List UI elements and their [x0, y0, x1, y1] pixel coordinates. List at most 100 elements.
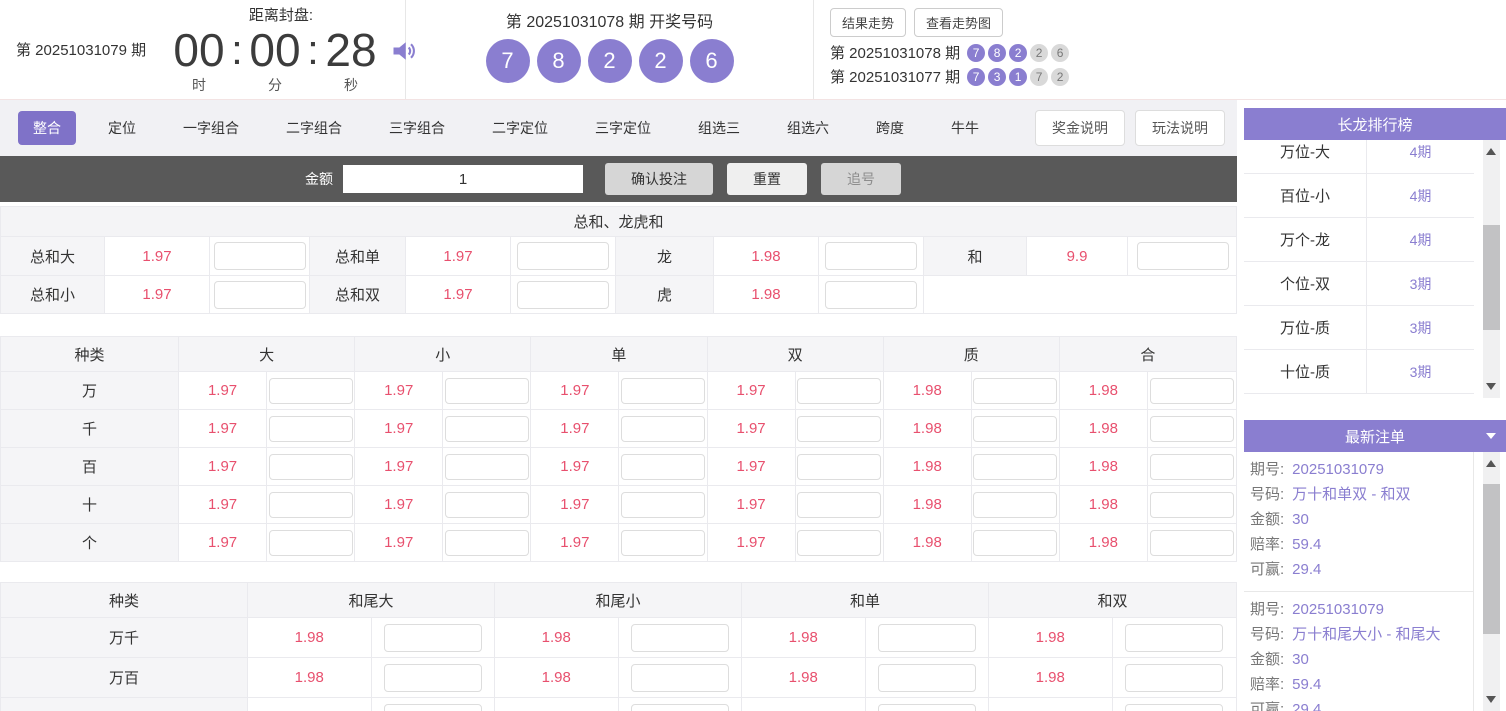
result-trend-button[interactable]: 结果走势 — [830, 8, 907, 37]
scroll-down-icon[interactable] — [1486, 383, 1496, 390]
bet-amount-input[interactable] — [1137, 242, 1229, 270]
bet-input-cell — [1148, 486, 1236, 523]
bet-amount-input[interactable] — [383, 623, 482, 652]
collapse-caret-icon[interactable] — [1486, 433, 1496, 439]
bet-amount-input[interactable] — [444, 491, 529, 518]
rules-info-button[interactable]: 玩法说明 — [1135, 110, 1225, 146]
bet-amount-input[interactable] — [620, 453, 705, 480]
bet-amount-input[interactable] — [444, 453, 529, 480]
tab-item-7[interactable]: 组选三 — [683, 111, 755, 145]
bet-amount-input[interactable] — [877, 663, 976, 692]
bet-amount-input[interactable] — [630, 663, 729, 692]
bet-amount-input[interactable] — [825, 242, 917, 270]
odds-value: 1.98 — [989, 618, 1113, 657]
bet-amount-input[interactable] — [1149, 529, 1234, 556]
bet-amount-input[interactable] — [877, 703, 976, 711]
bet-amount-input[interactable] — [973, 377, 1058, 404]
bet-amount-input[interactable] — [444, 415, 529, 442]
bet-amount-input[interactable] — [268, 377, 353, 404]
tab-item-5[interactable]: 二字定位 — [477, 111, 563, 145]
column-header: 和尾大 — [248, 583, 495, 617]
position-table-row: 十 1.97 1.97 1.97 1.97 1.98 1.98 — [1, 485, 1236, 523]
bet-amount-input[interactable] — [1149, 453, 1234, 480]
bet-amount-input[interactable] — [383, 663, 482, 692]
scroll-down-icon[interactable] — [1486, 696, 1496, 703]
bet-amount-input[interactable] — [877, 623, 976, 652]
reset-button[interactable]: 重置 — [727, 163, 807, 195]
bet-amount-input[interactable] — [213, 242, 306, 270]
bet-amount-input[interactable] — [213, 280, 306, 309]
bet-amount-input[interactable] — [973, 415, 1058, 442]
scrollbar-thumb[interactable] — [1483, 484, 1500, 634]
bet-amount-input[interactable] — [268, 491, 353, 518]
bet-amount-input[interactable] — [973, 529, 1058, 556]
tab-item-9[interactable]: 跨度 — [861, 111, 919, 145]
odds-value: 1.97 — [708, 372, 796, 409]
bet-amount-input[interactable] — [268, 415, 353, 442]
prize-info-button[interactable]: 奖金说明 — [1035, 110, 1125, 146]
tab-item-10[interactable]: 牛牛 — [936, 111, 994, 145]
scroll-up-icon[interactable] — [1486, 148, 1496, 155]
bet-amount-input[interactable] — [1125, 623, 1224, 652]
bet-amount-input[interactable] — [1125, 703, 1224, 711]
bet-amount-input[interactable] — [797, 377, 882, 404]
bet-amount-input[interactable] — [517, 242, 609, 270]
bet-amount-input[interactable] — [1125, 663, 1224, 692]
scrollbar-thumb[interactable] — [1483, 225, 1500, 330]
bet-input-cell — [1148, 448, 1236, 485]
tab-item-8[interactable]: 组选六 — [772, 111, 844, 145]
bet-amount-input[interactable] — [620, 415, 705, 442]
scroll-up-icon[interactable] — [1486, 460, 1496, 467]
bet-amount-input[interactable] — [444, 529, 529, 556]
dragon-scrollbar[interactable] — [1483, 140, 1500, 398]
bet-amount-input[interactable] — [620, 529, 705, 556]
tab-item-4[interactable]: 三字组合 — [374, 111, 460, 145]
bet-amount-input[interactable] — [1149, 377, 1234, 404]
orders-scrollbar[interactable] — [1483, 452, 1500, 711]
tab-item-6[interactable]: 三字定位 — [580, 111, 666, 145]
order-line: 金额: 30 — [1250, 507, 1473, 532]
odds-value: 1.97 — [179, 410, 268, 447]
bet-amount-input[interactable] — [444, 377, 529, 404]
bet-amount-input[interactable] — [1149, 491, 1234, 518]
tab-item-2[interactable]: 一字组合 — [168, 111, 254, 145]
bet-amount-input[interactable] — [825, 280, 917, 309]
bet-input-cell — [619, 486, 708, 523]
content-area: 整合 定位 一字组合 二字组合 三字组合 二字定位 三字定位 组选三 组选六 跨度 牛牛 奖金说明 玩法… — [0, 100, 1506, 711]
bet-amount-input[interactable] — [797, 453, 882, 480]
speaker-icon[interactable] — [390, 37, 418, 70]
draw-ball: 2 — [587, 39, 632, 83]
bet-amount-input[interactable] — [797, 491, 882, 518]
bet-amount-input[interactable] — [383, 703, 482, 711]
dragon-rank-name: 十位-质 — [1280, 364, 1330, 381]
bet-input-cell — [819, 237, 924, 275]
bet-amount-input[interactable] — [797, 415, 882, 442]
chase-number-button[interactable]: 追号 — [821, 163, 901, 195]
bet-input-cell — [1148, 372, 1236, 409]
bet-amount-input[interactable] — [268, 453, 353, 480]
bet-amount-input[interactable] — [268, 529, 353, 556]
bet-input-cell — [796, 486, 884, 523]
bet-amount-input[interactable] — [1149, 415, 1234, 442]
bet-amount-input[interactable] — [973, 491, 1058, 518]
bet-input-cell — [796, 372, 884, 409]
bet-amount-input[interactable] — [630, 623, 729, 652]
tab-item-1[interactable]: 定位 — [93, 111, 151, 145]
bet-amount-input[interactable] — [620, 377, 705, 404]
amount-input[interactable] — [343, 165, 583, 193]
bet-input-cell — [972, 410, 1060, 447]
bet-amount-input[interactable] — [620, 491, 705, 518]
odds-value: 1.97 — [708, 410, 796, 447]
bet-amount-input[interactable] — [797, 529, 882, 556]
confirm-bet-button[interactable]: 确认投注 — [605, 163, 713, 195]
bet-amount-input[interactable] — [517, 280, 609, 309]
countdown-minutes: 00 — [249, 24, 301, 76]
tab-item-3[interactable]: 二字组合 — [271, 111, 357, 145]
bet-amount-input[interactable] — [973, 453, 1058, 480]
countdown-hours: 00 — [173, 24, 225, 76]
bet-amount-input[interactable] — [630, 703, 729, 711]
history-row: 第 20251031078 期78226 — [830, 42, 1506, 63]
odds-value: 1.98 — [742, 618, 866, 657]
view-trend-chart-button[interactable]: 查看走势图 — [914, 8, 1004, 37]
tab-item-0[interactable]: 整合 — [18, 111, 76, 145]
